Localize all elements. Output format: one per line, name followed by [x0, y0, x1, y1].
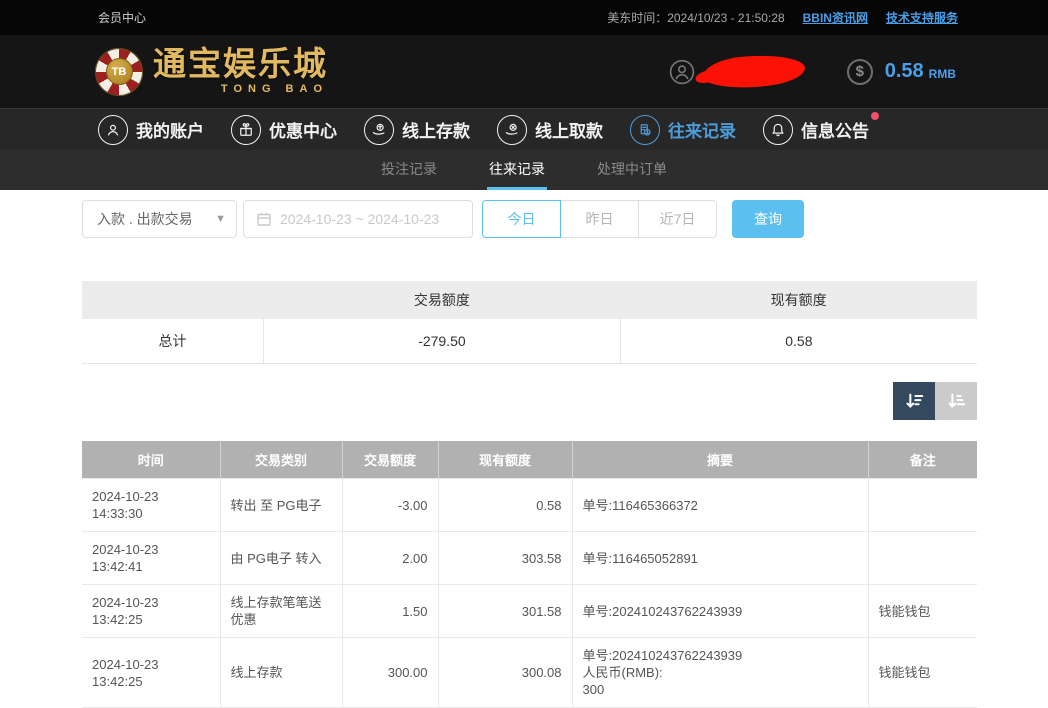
balance-currency: RMB: [929, 67, 956, 81]
summary-total-label: 总计: [82, 319, 264, 363]
eastern-time-label: 美东时间：2024/10/23 - 21:50:28: [607, 9, 784, 26]
cell-time: 2024-10-23 14:33:30: [82, 479, 220, 532]
cell-balance: 300.08: [438, 638, 572, 708]
summary-row: 总计 -279.50 0.58: [82, 319, 977, 363]
user-avatar-icon[interactable]: [669, 59, 695, 85]
dollar-circle-icon: $: [847, 59, 873, 85]
summary-current-balance: 0.58: [620, 319, 977, 363]
nav-item-deposit[interactable]: 线上存款: [364, 115, 470, 145]
records-table: 时间 交易类别 交易额度 现有额度 摘要 备注 2024-10-23 14:33…: [82, 441, 977, 708]
calendar-icon: [256, 211, 272, 227]
transaction-type-select[interactable]: 入款 . 出款交易 ▼: [82, 200, 237, 238]
logo-subtitle: TONG BAO: [221, 84, 328, 95]
sort-controls: [82, 382, 977, 420]
sort-ascending-icon: [945, 390, 967, 412]
sort-ascending-button[interactable]: [935, 382, 977, 420]
bell-icon: [763, 115, 793, 145]
site-logo[interactable]: TB 通宝娱乐城 TONG BAO: [95, 48, 328, 96]
cell-type: 由 PG电子 转入: [220, 532, 342, 585]
col-header-balance: 现有额度: [438, 441, 572, 479]
cell-balance: 303.58: [438, 532, 572, 585]
cell-time: 2024-10-23 13:42:25: [82, 638, 220, 708]
col-header-type: 交易类别: [220, 441, 342, 479]
table-row: 2024-10-23 13:42:41 由 PG电子 转入 2.00 303.5…: [82, 532, 977, 585]
logo-badge: TB: [106, 58, 133, 85]
tab-transaction-records[interactable]: 往来记录: [487, 150, 547, 190]
today-button[interactable]: 今日: [482, 200, 561, 238]
cell-amount: 2.00: [342, 532, 438, 585]
member-center-link[interactable]: 会员中心: [98, 9, 146, 26]
quick-date-group: 今日 昨日 近7日: [482, 200, 717, 238]
summary-header-empty: [82, 281, 264, 319]
cell-summary: 单号:202410243762243939 人民币(RMB): 300: [572, 638, 868, 708]
nav-item-transaction-records[interactable]: 往来记录: [630, 115, 736, 145]
col-header-time: 时间: [82, 441, 220, 479]
censored-username: [702, 53, 805, 89]
sort-descending-button[interactable]: [893, 382, 935, 420]
cell-summary: 单号:116465366372: [572, 479, 868, 532]
date-range-value: 2024-10-23 ~ 2024-10-23: [280, 211, 439, 227]
poker-chip-icon: TB: [95, 48, 143, 96]
cell-type: 线上存款: [220, 638, 342, 708]
table-row: 2024-10-23 14:33:30 转出 至 PG电子 -3.00 0.58…: [82, 479, 977, 532]
withdraw-icon: [497, 115, 527, 145]
table-row: 2024-10-23 13:42:25 线上存款 300.00 300.08 单…: [82, 638, 977, 708]
records-header-row: 时间 交易类别 交易额度 现有额度 摘要 备注: [82, 441, 977, 479]
cell-note: 钱能钱包: [868, 638, 977, 708]
notification-badge: [871, 112, 879, 120]
summary-transaction-amount: -279.50: [264, 319, 621, 363]
logo-title: 通宝娱乐城: [153, 49, 328, 82]
cell-note: 钱能钱包: [868, 585, 977, 638]
filter-bar: 入款 . 出款交易 ▼ 2024-10-23 ~ 2024-10-23 今日 昨…: [82, 200, 977, 238]
header: TB 通宝娱乐城 TONG BAO $ 0.58 RMB: [0, 35, 1048, 108]
tab-pending-orders[interactable]: 处理中订单: [595, 150, 669, 190]
cell-note: [868, 479, 977, 532]
records-icon: [630, 115, 660, 145]
content-area: 入款 . 出款交易 ▼ 2024-10-23 ~ 2024-10-23 今日 昨…: [0, 190, 1048, 708]
transaction-type-value: 入款 . 出款交易: [97, 209, 193, 229]
search-button[interactable]: 查询: [732, 200, 804, 238]
balance-amount: 0.58: [885, 60, 924, 83]
tab-betting-records[interactable]: 投注记录: [379, 150, 439, 190]
nav-item-promotions[interactable]: 优惠中心: [231, 115, 337, 145]
last-7-days-button[interactable]: 近7日: [638, 200, 717, 238]
main-nav: 我的账户 优惠中心 线上存款 线上取款 往来记录 信息公告: [0, 108, 1048, 150]
cell-amount: 1.50: [342, 585, 438, 638]
user-icon: [98, 115, 128, 145]
nav-item-my-account[interactable]: 我的账户: [98, 115, 204, 145]
gift-icon: [231, 115, 261, 145]
col-header-amount: 交易额度: [342, 441, 438, 479]
topbar: 会员中心 美东时间：2024/10/23 - 21:50:28 BBIN资讯网 …: [0, 0, 1048, 35]
cell-time: 2024-10-23 13:42:25: [82, 585, 220, 638]
bbin-news-link[interactable]: BBIN资讯网: [803, 9, 868, 26]
nav-item-announcements[interactable]: 信息公告: [763, 115, 869, 145]
summary-header-transaction: 交易额度: [264, 281, 621, 319]
col-header-summary: 摘要: [572, 441, 868, 479]
cell-summary: 单号:116465052891: [572, 532, 868, 585]
sub-nav: 投注记录 往来记录 处理中订单: [0, 150, 1048, 190]
cell-amount: 300.00: [342, 638, 438, 708]
cell-type: 转出 至 PG电子: [220, 479, 342, 532]
date-range-input[interactable]: 2024-10-23 ~ 2024-10-23: [243, 200, 473, 238]
tech-support-link[interactable]: 技术支持服务: [886, 9, 958, 26]
cell-balance: 0.58: [438, 479, 572, 532]
deposit-icon: [364, 115, 394, 145]
cell-time: 2024-10-23 13:42:41: [82, 532, 220, 585]
nav-item-withdraw[interactable]: 线上取款: [497, 115, 603, 145]
cell-balance: 301.58: [438, 585, 572, 638]
table-row: 2024-10-23 13:42:25 线上存款笔笔送优惠 1.50 301.5…: [82, 585, 977, 638]
chevron-down-icon: ▼: [215, 213, 226, 225]
cell-note: [868, 532, 977, 585]
cell-amount: -3.00: [342, 479, 438, 532]
sort-descending-icon: [903, 390, 925, 412]
cell-summary: 单号:202410243762243939: [572, 585, 868, 638]
yesterday-button[interactable]: 昨日: [560, 200, 639, 238]
summary-table: 交易额度 现有额度 总计 -279.50 0.58: [82, 281, 977, 364]
cell-type: 线上存款笔笔送优惠: [220, 585, 342, 638]
col-header-note: 备注: [868, 441, 977, 479]
summary-header-balance: 现有额度: [620, 281, 977, 319]
